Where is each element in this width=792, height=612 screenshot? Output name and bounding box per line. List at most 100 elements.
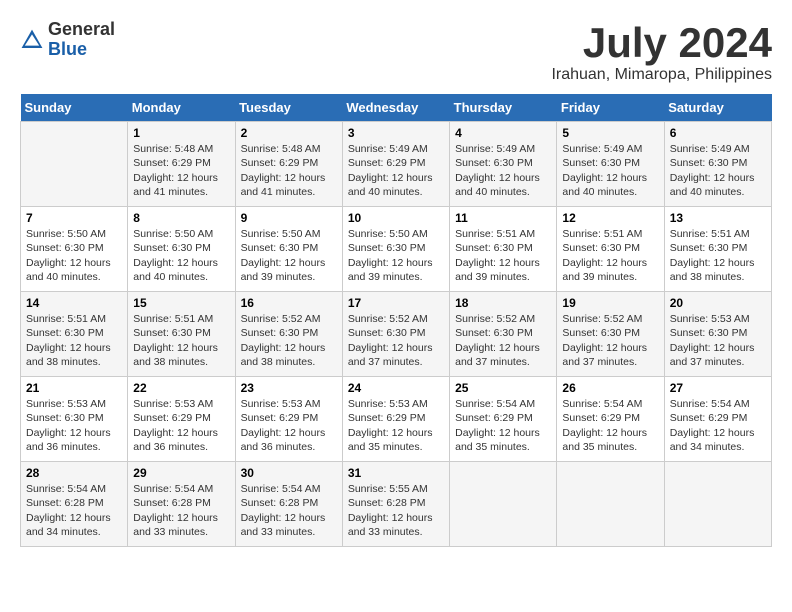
cell-sunrise: Sunrise: 5:51 AM <box>133 313 213 325</box>
cell-sunrise: Sunrise: 5:51 AM <box>455 228 535 240</box>
day-number: 29 <box>133 466 229 480</box>
calendar-cell: 30 Sunrise: 5:54 AM Sunset: 6:28 PM Dayl… <box>235 462 342 547</box>
day-number: 20 <box>670 296 766 310</box>
calendar-cell: 10 Sunrise: 5:50 AM Sunset: 6:30 PM Dayl… <box>342 207 449 292</box>
logo: General Blue <box>20 20 115 60</box>
calendar-cell: 1 Sunrise: 5:48 AM Sunset: 6:29 PM Dayli… <box>128 122 235 207</box>
cell-daylight: Daylight: 12 hours and 37 minutes. <box>455 342 540 368</box>
day-number: 15 <box>133 296 229 310</box>
cell-sunset: Sunset: 6:30 PM <box>562 157 640 169</box>
calendar-cell: 9 Sunrise: 5:50 AM Sunset: 6:30 PM Dayli… <box>235 207 342 292</box>
calendar-header: Sunday Monday Tuesday Wednesday Thursday… <box>21 94 772 122</box>
day-number: 9 <box>241 211 337 225</box>
cell-sunrise: Sunrise: 5:52 AM <box>455 313 535 325</box>
calendar-cell: 17 Sunrise: 5:52 AM Sunset: 6:30 PM Dayl… <box>342 292 449 377</box>
day-number: 25 <box>455 381 551 395</box>
cell-sunrise: Sunrise: 5:52 AM <box>562 313 642 325</box>
cell-daylight: Daylight: 12 hours and 39 minutes. <box>348 257 433 283</box>
cell-daylight: Daylight: 12 hours and 40 minutes. <box>670 172 755 198</box>
logo-blue-text: Blue <box>48 39 87 59</box>
page-header: General Blue July 2024 Irahuan, Mimaropa… <box>20 20 772 84</box>
day-number: 8 <box>133 211 229 225</box>
calendar-cell: 18 Sunrise: 5:52 AM Sunset: 6:30 PM Dayl… <box>450 292 557 377</box>
cell-sunset: Sunset: 6:29 PM <box>348 157 426 169</box>
cell-sunset: Sunset: 6:29 PM <box>241 412 319 424</box>
cell-daylight: Daylight: 12 hours and 35 minutes. <box>562 427 647 453</box>
cell-sunset: Sunset: 6:28 PM <box>26 497 104 509</box>
cell-sunrise: Sunrise: 5:54 AM <box>133 483 213 495</box>
cell-sunrise: Sunrise: 5:53 AM <box>348 398 428 410</box>
cell-sunset: Sunset: 6:30 PM <box>562 327 640 339</box>
cell-daylight: Daylight: 12 hours and 35 minutes. <box>348 427 433 453</box>
calendar-week-4: 21 Sunrise: 5:53 AM Sunset: 6:30 PM Dayl… <box>21 377 772 462</box>
cell-daylight: Daylight: 12 hours and 36 minutes. <box>133 427 218 453</box>
calendar-table: Sunday Monday Tuesday Wednesday Thursday… <box>20 94 772 547</box>
cell-daylight: Daylight: 12 hours and 41 minutes. <box>241 172 326 198</box>
cell-sunset: Sunset: 6:30 PM <box>670 157 748 169</box>
cell-sunset: Sunset: 6:29 PM <box>670 412 748 424</box>
cell-sunset: Sunset: 6:30 PM <box>133 327 211 339</box>
cell-sunrise: Sunrise: 5:49 AM <box>562 143 642 155</box>
cell-sunrise: Sunrise: 5:53 AM <box>26 398 106 410</box>
cell-sunset: Sunset: 6:30 PM <box>670 242 748 254</box>
calendar-cell: 29 Sunrise: 5:54 AM Sunset: 6:28 PM Dayl… <box>128 462 235 547</box>
cell-daylight: Daylight: 12 hours and 38 minutes. <box>670 257 755 283</box>
cell-sunrise: Sunrise: 5:54 AM <box>241 483 321 495</box>
cell-sunrise: Sunrise: 5:55 AM <box>348 483 428 495</box>
cell-sunrise: Sunrise: 5:49 AM <box>455 143 535 155</box>
cell-daylight: Daylight: 12 hours and 41 minutes. <box>133 172 218 198</box>
cell-sunset: Sunset: 6:28 PM <box>348 497 426 509</box>
cell-sunset: Sunset: 6:30 PM <box>455 327 533 339</box>
title-block: July 2024 Irahuan, Mimaropa, Philippines <box>551 20 772 84</box>
cell-sunrise: Sunrise: 5:54 AM <box>455 398 535 410</box>
cell-sunrise: Sunrise: 5:48 AM <box>133 143 213 155</box>
calendar-cell: 16 Sunrise: 5:52 AM Sunset: 6:30 PM Dayl… <box>235 292 342 377</box>
cell-daylight: Daylight: 12 hours and 39 minutes. <box>241 257 326 283</box>
cell-sunset: Sunset: 6:30 PM <box>455 242 533 254</box>
cell-sunset: Sunset: 6:30 PM <box>26 242 104 254</box>
calendar-cell: 4 Sunrise: 5:49 AM Sunset: 6:30 PM Dayli… <box>450 122 557 207</box>
cell-daylight: Daylight: 12 hours and 38 minutes. <box>241 342 326 368</box>
cell-sunrise: Sunrise: 5:50 AM <box>26 228 106 240</box>
day-number: 12 <box>562 211 658 225</box>
cell-daylight: Daylight: 12 hours and 35 minutes. <box>455 427 540 453</box>
cell-sunrise: Sunrise: 5:54 AM <box>562 398 642 410</box>
calendar-cell: 8 Sunrise: 5:50 AM Sunset: 6:30 PM Dayli… <box>128 207 235 292</box>
cell-daylight: Daylight: 12 hours and 36 minutes. <box>241 427 326 453</box>
cell-daylight: Daylight: 12 hours and 33 minutes. <box>133 512 218 538</box>
calendar-cell: 5 Sunrise: 5:49 AM Sunset: 6:30 PM Dayli… <box>557 122 664 207</box>
day-number: 31 <box>348 466 444 480</box>
calendar-cell: 12 Sunrise: 5:51 AM Sunset: 6:30 PM Dayl… <box>557 207 664 292</box>
cell-sunset: Sunset: 6:30 PM <box>26 327 104 339</box>
cell-sunset: Sunset: 6:29 PM <box>562 412 640 424</box>
calendar-cell: 27 Sunrise: 5:54 AM Sunset: 6:29 PM Dayl… <box>664 377 771 462</box>
cell-daylight: Daylight: 12 hours and 38 minutes. <box>26 342 111 368</box>
calendar-body: 1 Sunrise: 5:48 AM Sunset: 6:29 PM Dayli… <box>21 122 772 547</box>
day-number: 10 <box>348 211 444 225</box>
cell-sunset: Sunset: 6:30 PM <box>455 157 533 169</box>
calendar-week-2: 7 Sunrise: 5:50 AM Sunset: 6:30 PM Dayli… <box>21 207 772 292</box>
location-text: Irahuan, Mimaropa, Philippines <box>551 66 772 84</box>
cell-daylight: Daylight: 12 hours and 40 minutes. <box>455 172 540 198</box>
day-number: 19 <box>562 296 658 310</box>
day-number: 24 <box>348 381 444 395</box>
cell-sunrise: Sunrise: 5:53 AM <box>670 313 750 325</box>
col-thursday: Thursday <box>450 94 557 122</box>
cell-daylight: Daylight: 12 hours and 37 minutes. <box>348 342 433 368</box>
day-number: 1 <box>133 126 229 140</box>
col-wednesday: Wednesday <box>342 94 449 122</box>
cell-sunrise: Sunrise: 5:48 AM <box>241 143 321 155</box>
day-number: 16 <box>241 296 337 310</box>
col-friday: Friday <box>557 94 664 122</box>
cell-sunset: Sunset: 6:30 PM <box>133 242 211 254</box>
col-tuesday: Tuesday <box>235 94 342 122</box>
calendar-cell: 14 Sunrise: 5:51 AM Sunset: 6:30 PM Dayl… <box>21 292 128 377</box>
calendar-week-5: 28 Sunrise: 5:54 AM Sunset: 6:28 PM Dayl… <box>21 462 772 547</box>
logo-general-text: General <box>48 19 115 39</box>
cell-sunset: Sunset: 6:30 PM <box>670 327 748 339</box>
day-number: 26 <box>562 381 658 395</box>
cell-sunset: Sunset: 6:29 PM <box>241 157 319 169</box>
cell-sunset: Sunset: 6:30 PM <box>348 242 426 254</box>
cell-daylight: Daylight: 12 hours and 33 minutes. <box>241 512 326 538</box>
cell-sunrise: Sunrise: 5:50 AM <box>133 228 213 240</box>
